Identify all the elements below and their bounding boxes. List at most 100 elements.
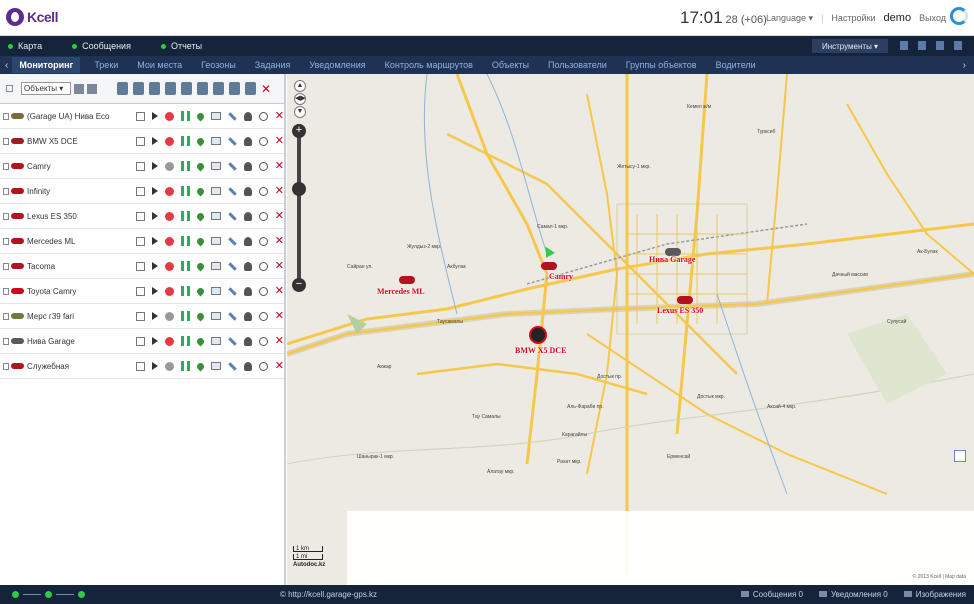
unit-checkbox[interactable] [3,137,10,145]
wrench-icon[interactable] [228,336,237,346]
play-icon[interactable] [151,187,158,195]
watch-checkbox-icon[interactable] [135,161,145,171]
remove-unit-icon[interactable]: ✕ [275,135,284,146]
clock-icon[interactable] [258,186,268,196]
vehicle-marker-lexus[interactable] [677,296,693,304]
unit-row[interactable]: Мерс г39 fari ✕ [0,304,284,329]
folder-icon[interactable] [197,82,208,95]
image-icon[interactable] [210,162,221,170]
driver-icon[interactable] [243,336,252,346]
scroll-right-icon[interactable]: › [963,60,966,71]
footer-notifications[interactable]: Уведомления 0 [819,590,888,599]
driver-icon[interactable] [243,311,252,321]
vehicle-marker-camry[interactable] [541,262,557,270]
wrench-icon[interactable] [228,361,237,371]
wrench-icon[interactable] [228,111,237,121]
clock-icon[interactable] [258,261,268,271]
play-icon[interactable] [151,337,158,345]
layout-1-icon[interactable] [900,41,908,50]
tab-geofences[interactable]: Геозоны [201,60,236,70]
image-icon[interactable] [210,287,221,295]
wrench-icon[interactable] [213,82,224,95]
map-layers-icon[interactable] [954,450,966,462]
save-icon[interactable] [245,82,256,95]
tab-units[interactable]: Объекты [492,60,529,70]
remove-unit-icon[interactable]: ✕ [275,185,284,196]
pan-horizontal-icon[interactable]: ◀▶ [294,93,306,105]
objects-select[interactable]: Объекты ▾ [21,82,71,95]
nav-map[interactable]: Карта [8,41,42,51]
remove-unit-icon[interactable]: ✕ [275,310,284,321]
kcell-logo[interactable]: Kcell [6,8,58,26]
play-icon[interactable] [151,162,158,170]
location-pin-icon[interactable] [195,236,206,246]
zoom-slider[interactable] [297,124,301,289]
tab-unit-groups[interactable]: Группы объектов [626,60,697,70]
layout-4-icon[interactable] [954,41,962,50]
remove-unit-icon[interactable]: ✕ [275,235,284,246]
remove-icon[interactable] [87,83,97,94]
remove-unit-icon[interactable]: ✕ [275,360,284,371]
play-icon[interactable] [151,262,158,270]
vehicle-marker-bmw[interactable] [529,326,547,344]
driver-icon[interactable] [243,361,252,371]
unit-name[interactable]: Mercedes ML [27,237,126,246]
image-icon[interactable] [210,112,221,120]
driver-icon[interactable] [243,186,252,196]
clock-icon[interactable] [258,211,268,221]
driver-icon[interactable] [243,136,252,146]
language-dropdown[interactable]: Language ▾ [766,13,813,24]
watch-checkbox-icon[interactable] [135,361,145,371]
remove-unit-icon[interactable]: ✕ [275,110,284,121]
unit-checkbox[interactable] [3,262,10,270]
commands-icon[interactable] [165,82,176,95]
play-icon[interactable] [151,212,158,220]
watch-checkbox-icon[interactable] [135,311,145,321]
location-pin-icon[interactable] [195,311,206,321]
zoom-handle-icon[interactable] [292,182,306,196]
site-url[interactable]: © http://kcell.garage-gps.kz [280,590,377,599]
unit-row[interactable]: BMW X5 DCE ✕ [0,129,284,154]
add-icon[interactable] [74,83,84,94]
clock-icon[interactable] [258,336,268,346]
unit-checkbox[interactable] [3,237,10,245]
unit-name[interactable]: Мерс г39 fari [27,312,126,321]
driver-icon[interactable] [243,261,252,271]
watch-checkbox-icon[interactable] [135,336,145,346]
select-all-checkbox[interactable] [6,85,13,92]
tab-drivers[interactable]: Водители [716,60,756,70]
location-pin-icon[interactable] [195,161,206,171]
watch-checkbox-icon[interactable] [135,211,145,221]
watch-checkbox-icon[interactable] [135,111,145,121]
wrench-icon[interactable] [228,186,237,196]
layout-2-icon[interactable] [918,41,926,50]
logout-link[interactable]: Выход [919,13,946,23]
play-icon[interactable] [151,237,158,245]
unit-row[interactable]: Tacoma ✕ [0,254,284,279]
settings-link[interactable]: Настройки [831,13,875,23]
pan-down-icon[interactable]: ▼ [294,106,306,118]
unit-row[interactable]: Служебная ✕ [0,354,284,379]
map-view[interactable]: ▲ ◀▶ ▼ + − Жулдыз-2 мкр. Самал-1 мкр. Са… [287,74,974,585]
watch-checkbox-icon[interactable] [135,136,145,146]
tab-my-places[interactable]: Мои места [137,60,182,70]
driver-icon[interactable] [243,211,252,221]
watch-checkbox-icon[interactable] [135,286,145,296]
wrench-icon[interactable] [228,261,237,271]
remove-unit-icon[interactable]: ✕ [275,285,284,296]
driver-icon[interactable] [243,236,252,246]
tab-route-control[interactable]: Контроль маршрутов [385,60,473,70]
tab-notifications[interactable]: Уведомления [309,60,365,70]
unit-row[interactable]: (Garage UA) Нива Eco ✕ [0,104,284,129]
vehicle-marker-mercedes[interactable] [399,276,415,284]
image-icon[interactable] [210,262,221,270]
tracks-icon[interactable] [133,82,144,95]
wrench-icon[interactable] [228,161,237,171]
wrench-icon[interactable] [228,136,237,146]
nav-messages[interactable]: Сообщения [72,41,131,51]
location-pin-icon[interactable] [195,186,206,196]
footer-images[interactable]: Изображения [903,590,966,599]
unit-row[interactable]: Mercedes ML ✕ [0,229,284,254]
image-icon[interactable] [210,362,221,370]
zoom-out-icon[interactable]: − [292,278,306,292]
